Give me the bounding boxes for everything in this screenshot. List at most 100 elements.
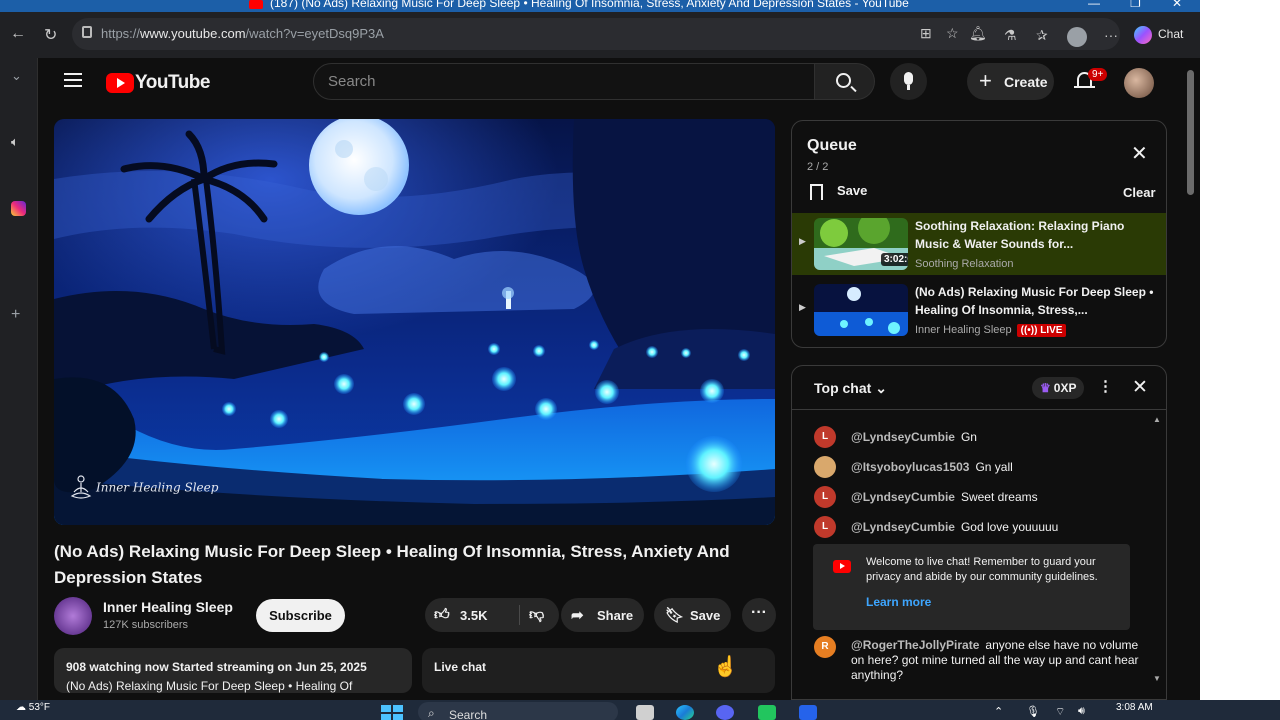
scroll-down-icon[interactable]: ▼: [1153, 674, 1161, 683]
queue-thumbnail: 3:02:04: [814, 218, 908, 270]
queue-item-duration: 3:02:04: [881, 253, 908, 266]
chat-author[interactable]: @LyndseyCumbie: [851, 430, 955, 444]
scrollbar-thumb[interactable]: [1187, 70, 1194, 195]
welcome-text: Welcome to live chat! Remember to guard …: [866, 556, 1098, 583]
queue-item[interactable]: ▶ 3:02:04 Soothing Relaxation: Relaxing …: [792, 213, 1166, 275]
chat-author[interactable]: @RogerTheJollyPirate: [851, 638, 979, 652]
notification-bell-icon[interactable]: 🔔︎: [969, 25, 987, 42]
minimize-icon[interactable]: —: [1088, 0, 1100, 9]
taskbar-search[interactable]: ⌕ Search: [418, 702, 618, 720]
chat-mode-label: Top chat: [814, 380, 872, 396]
save-button[interactable]: 🔖︎ Save: [654, 598, 731, 632]
app-icon[interactable]: [799, 705, 817, 720]
chat-avatar: L: [814, 516, 836, 538]
chat-author[interactable]: @Itsyoboylucas1503: [851, 460, 969, 474]
learn-more-link[interactable]: Learn more: [866, 595, 931, 609]
tray-chevron-icon[interactable]: ⌃: [994, 705, 1003, 718]
logo-text: YouTube: [135, 72, 210, 93]
queue-clear-button[interactable]: Clear: [1123, 185, 1156, 200]
wifi-icon[interactable]: ⌔: [1055, 705, 1065, 719]
info-icon[interactable]: [82, 26, 92, 38]
refresh-icon[interactable]: ↻: [44, 25, 57, 45]
queue-item-channel-row: Inner Healing Sleep ((•)) LIVE: [915, 324, 1067, 337]
video-title: (No Ads) Relaxing Music For Deep Sleep •…: [54, 542, 730, 587]
copilot-chat-button[interactable]: Chat: [1134, 26, 1183, 44]
browser-menu-icon[interactable]: ···: [1104, 27, 1118, 43]
edge-browser-icon[interactable]: [676, 705, 694, 720]
dislike-icon[interactable]: 👎︎: [529, 606, 544, 624]
channel-name[interactable]: Inner Healing Sleep: [103, 599, 233, 615]
menu-icon[interactable]: [64, 73, 82, 87]
chat-avatar: [814, 456, 836, 478]
description-stats: 908 watching now Started streaming on Ju…: [66, 660, 367, 674]
voice-search-button[interactable]: [890, 63, 927, 100]
windows-start-icon[interactable]: [381, 705, 403, 720]
like-count[interactable]: 3.5K: [460, 608, 487, 623]
youtube-icon: [833, 560, 851, 573]
search-button[interactable]: [815, 63, 875, 100]
close-queue-icon[interactable]: ✕: [1131, 141, 1148, 166]
extensions-icon[interactable]: ⚗: [1004, 27, 1017, 44]
chat-avatar: L: [814, 486, 836, 508]
queue-item[interactable]: ▶ (No Ads) Relaxing Music For Deep Sleep…: [792, 279, 1166, 341]
chevron-down-icon: ⌄: [875, 380, 887, 396]
add-icon[interactable]: +: [11, 306, 20, 324]
share-label: Share: [597, 608, 634, 623]
like-dislike-group: 👍︎ 3.5K 👎︎: [425, 598, 559, 632]
crown-icon: ♛: [1040, 381, 1051, 395]
share-button[interactable]: ➦ Share: [561, 598, 644, 632]
scroll-up-icon[interactable]: ▲: [1153, 415, 1161, 424]
instagram-icon[interactable]: [11, 201, 26, 216]
url-text[interactable]: https://www.youtube.com/watch?v=eyetDsq9…: [101, 26, 384, 41]
account-avatar[interactable]: [1124, 68, 1154, 98]
app-icon[interactable]: ⊞: [920, 25, 932, 42]
chevron-down-icon[interactable]: ⌄: [11, 68, 22, 84]
maximize-icon[interactable]: ❐: [1130, 0, 1141, 9]
microphone-tray-icon[interactable]: 🎙︎: [1026, 705, 1040, 718]
youtube-logo[interactable]: YouTube: [106, 72, 210, 94]
chat-author[interactable]: @LyndseyCumbie: [851, 520, 955, 534]
xp-label: 0XP: [1053, 381, 1077, 395]
description-box[interactable]: 908 watching now Started streaming on Ju…: [54, 648, 412, 693]
description-text: (No Ads) Relaxing Music For Deep Sleep •…: [66, 679, 353, 693]
weather-widget[interactable]: ☁ 53°F: [16, 702, 50, 713]
close-chat-icon[interactable]: ✕: [1132, 376, 1148, 399]
cloud-icon: ☁: [16, 702, 26, 713]
channel-watermark: Inner Healing Sleep: [70, 474, 218, 502]
video-player[interactable]: Inner Healing Sleep: [54, 119, 775, 525]
favorites-icon[interactable]: ✰: [1036, 27, 1048, 44]
search-box[interactable]: [313, 63, 815, 100]
chat-author[interactable]: @LyndseyCumbie: [851, 490, 955, 504]
chat-welcome-banner: Welcome to live chat! Remember to guard …: [813, 544, 1130, 630]
bookmark-icon: [810, 183, 823, 200]
address-bar[interactable]: https://www.youtube.com/watch?v=eyetDsq9…: [72, 18, 1120, 50]
volume-icon[interactable]: 🔊︎: [1078, 705, 1085, 718]
like-icon[interactable]: 👍︎: [434, 606, 450, 624]
back-icon[interactable]: ←: [10, 25, 26, 43]
play-arrow-icon: ▶: [799, 302, 806, 312]
discord-icon[interactable]: [716, 705, 734, 720]
page-scrollbar[interactable]: [1184, 58, 1198, 688]
clock[interactable]: 3:08 AM: [1116, 702, 1153, 713]
file-explorer-icon[interactable]: [636, 705, 654, 720]
more-actions-icon[interactable]: ···: [742, 598, 776, 632]
chat-options-icon[interactable]: ⋮: [1098, 377, 1113, 395]
queue-save-button[interactable]: Save: [810, 183, 867, 200]
queue-save-label: Save: [837, 183, 868, 198]
close-window-icon[interactable]: ✕: [1172, 0, 1182, 9]
favorite-star-icon[interactable]: ☆: [946, 25, 959, 42]
speaker-icon[interactable]: 🔈︎: [11, 134, 19, 150]
subscribe-button[interactable]: Subscribe: [256, 599, 345, 632]
url-path: /watch?v=eyetDsq9P3A: [245, 26, 384, 41]
create-button[interactable]: + Create: [967, 63, 1054, 100]
search-input[interactable]: [328, 73, 798, 90]
url-prefix: https://: [101, 26, 141, 41]
browser-profile-icon[interactable]: [1067, 27, 1087, 47]
notification-count-badge: 9+: [1088, 68, 1108, 81]
xp-badge[interactable]: ♛ 0XP: [1032, 377, 1085, 399]
chat-avatar: R: [814, 636, 836, 658]
app-icon[interactable]: [758, 705, 776, 720]
channel-avatar[interactable]: [54, 597, 92, 635]
chat-mode-dropdown[interactable]: Top chat ⌄: [814, 380, 887, 397]
live-chat-label: Live chat: [434, 660, 487, 674]
